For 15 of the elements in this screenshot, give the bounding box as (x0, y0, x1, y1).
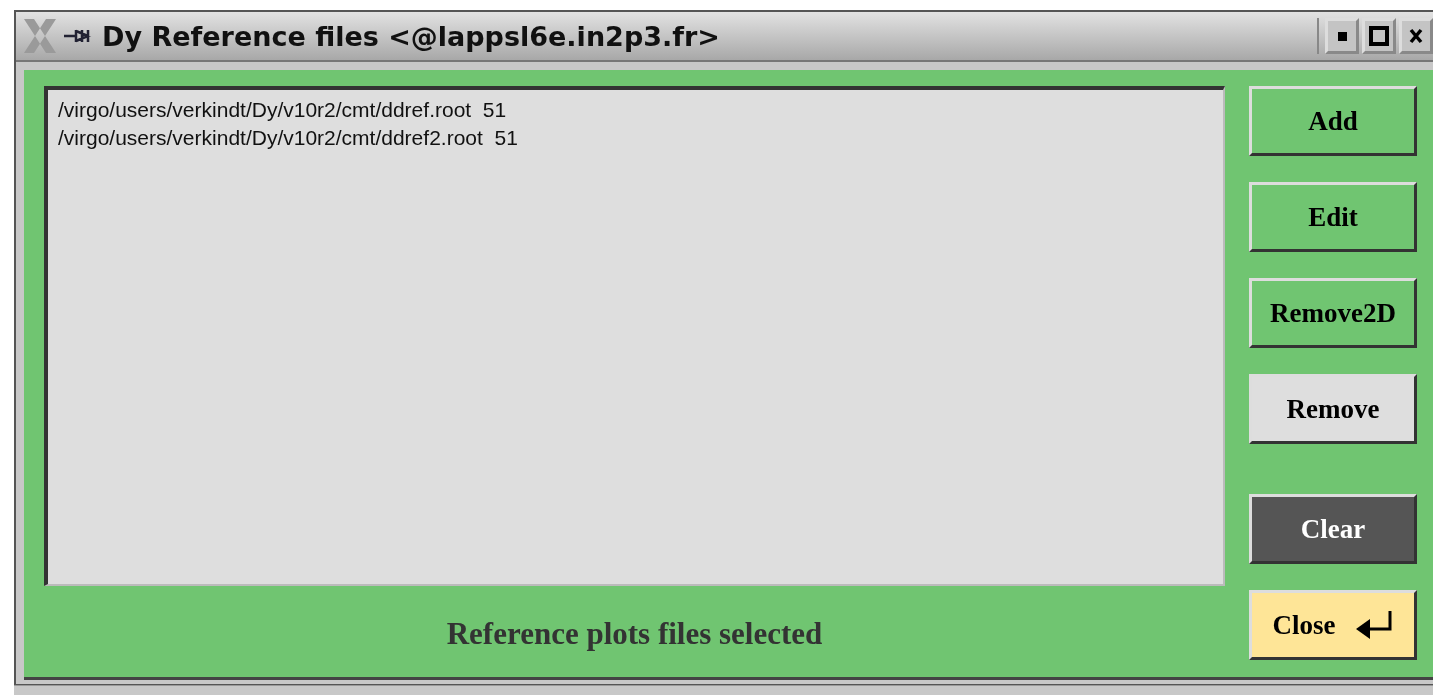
file-list[interactable]: /virgo/users/verkindt/Dy/v10r2/cmt/ddref.root 51 /virgo/users/verkindt/Dy/v10r2/cmt/ddref2.root 51 (44, 86, 1225, 586)
list-item[interactable]: /virgo/users/verkindt/Dy/v10r2/cmt/ddref2.root 51 (58, 124, 1213, 152)
action-button[interactable]: Remove2D (1249, 278, 1417, 348)
close-button[interactable] (1399, 18, 1433, 54)
action-button[interactable]: Clear (1249, 494, 1417, 564)
action-button[interactable]: Edit (1249, 182, 1417, 252)
list-item[interactable]: /virgo/users/verkindt/Dy/v10r2/cmt/ddref.root 51 (58, 96, 1213, 124)
minimize-button[interactable] (1325, 18, 1359, 54)
action-button[interactable]: Add (1249, 86, 1417, 156)
x-icon (1409, 28, 1423, 44)
maximize-button[interactable] (1362, 18, 1396, 54)
status-text: Reference plots files selected (445, 616, 824, 652)
action-button[interactable]: Remove (1249, 374, 1417, 444)
window-title: Dy Reference files <@lappsl6e.in2p3.fr> (102, 20, 721, 52)
action-button[interactable]: Close (1249, 590, 1417, 660)
